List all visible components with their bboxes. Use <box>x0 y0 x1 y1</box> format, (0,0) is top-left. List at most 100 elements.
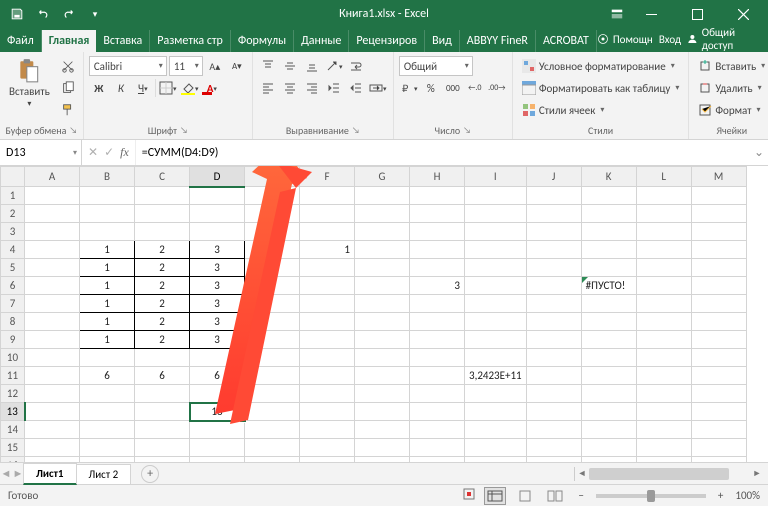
cell[interactable] <box>245 457 300 463</box>
cell[interactable]: 3 <box>190 295 245 313</box>
cell[interactable] <box>190 187 245 205</box>
cell[interactable] <box>636 313 691 331</box>
font-color-button[interactable]: A▾ <box>202 78 222 98</box>
cell[interactable] <box>691 349 746 367</box>
column-header[interactable]: G <box>355 167 410 187</box>
cell[interactable] <box>691 331 746 349</box>
cell[interactable]: 3 <box>190 277 245 295</box>
cell[interactable] <box>190 223 245 241</box>
cell[interactable] <box>410 295 465 313</box>
cell[interactable] <box>581 331 636 349</box>
insert-cells-button[interactable]: Вставить▾ <box>694 56 768 76</box>
bold-button[interactable]: Ж <box>89 78 109 98</box>
cell[interactable]: 18 <box>190 403 245 421</box>
cell[interactable] <box>245 385 300 403</box>
cell[interactable] <box>80 205 135 223</box>
cell[interactable] <box>410 367 465 385</box>
row-header[interactable]: 12 <box>1 385 25 403</box>
cell[interactable] <box>245 313 300 331</box>
cell[interactable] <box>355 331 410 349</box>
cell[interactable] <box>581 439 636 457</box>
format-as-table-button[interactable]: Форматировать как таблицу▾ <box>518 78 684 98</box>
cell[interactable] <box>25 349 80 367</box>
cell[interactable] <box>190 421 245 439</box>
cell[interactable] <box>691 259 746 277</box>
zoom-level[interactable]: 100% <box>735 489 760 502</box>
cell[interactable]: 3 <box>410 277 465 295</box>
cell[interactable] <box>25 187 80 205</box>
cell[interactable] <box>355 457 410 463</box>
increase-indent-button[interactable] <box>346 78 366 98</box>
delete-cells-button[interactable]: Удалить▾ <box>694 78 765 98</box>
row-header[interactable]: 16 <box>1 457 25 463</box>
cell[interactable] <box>636 259 691 277</box>
row-header[interactable]: 1 <box>1 187 25 205</box>
cell[interactable] <box>135 439 190 457</box>
cell[interactable] <box>135 385 190 403</box>
cell[interactable] <box>245 241 300 259</box>
insert-function-icon[interactable]: fx <box>120 145 129 160</box>
page-layout-view-button[interactable] <box>514 487 536 505</box>
cell[interactable] <box>636 421 691 439</box>
cell[interactable] <box>691 367 746 385</box>
cell[interactable] <box>245 439 300 457</box>
cell[interactable] <box>636 403 691 421</box>
borders-button[interactable]: ▾ <box>158 78 178 98</box>
alignment-dialog-icon[interactable]: ↘ <box>352 125 360 136</box>
cell[interactable] <box>410 421 465 439</box>
cell[interactable] <box>25 439 80 457</box>
align-bottom-button[interactable] <box>302 56 322 76</box>
column-header[interactable]: B <box>80 167 135 187</box>
cell[interactable] <box>410 385 465 403</box>
cell[interactable]: 2 <box>135 313 190 331</box>
cell[interactable] <box>636 187 691 205</box>
cell[interactable] <box>691 187 746 205</box>
merge-button[interactable]: ▾ <box>368 78 388 98</box>
cell[interactable] <box>25 241 80 259</box>
wrap-text-button[interactable] <box>346 56 366 76</box>
column-header[interactable]: J <box>526 167 581 187</box>
cell[interactable] <box>135 187 190 205</box>
cell[interactable]: 2 <box>135 241 190 259</box>
select-all-cell[interactable] <box>1 167 25 187</box>
cell[interactable] <box>636 457 691 463</box>
cell[interactable]: 1 <box>80 331 135 349</box>
undo-icon[interactable] <box>32 3 54 25</box>
cell[interactable]: 3 <box>190 313 245 331</box>
column-header[interactable]: L <box>636 167 691 187</box>
row-header[interactable]: 14 <box>1 421 25 439</box>
cell[interactable] <box>465 349 527 367</box>
cell[interactable] <box>526 259 581 277</box>
column-header[interactable]: C <box>135 167 190 187</box>
redo-icon[interactable] <box>58 3 80 25</box>
cell[interactable] <box>526 295 581 313</box>
cell[interactable]: 6 <box>190 367 245 385</box>
enter-formula-icon[interactable]: ✓ <box>104 145 114 160</box>
row-header[interactable]: 7 <box>1 295 25 313</box>
cell[interactable] <box>355 403 410 421</box>
tab-view[interactable]: Вид <box>425 30 460 52</box>
cell[interactable] <box>526 439 581 457</box>
cell[interactable] <box>410 331 465 349</box>
cell[interactable] <box>245 223 300 241</box>
column-header[interactable]: F <box>300 167 355 187</box>
row-header[interactable]: 8 <box>1 313 25 331</box>
cell[interactable] <box>581 241 636 259</box>
cell[interactable] <box>636 295 691 313</box>
cell[interactable] <box>190 439 245 457</box>
zoom-out-button[interactable]: − <box>574 489 587 502</box>
cell[interactable]: 2 <box>135 295 190 313</box>
cell[interactable] <box>245 295 300 313</box>
cell[interactable] <box>355 367 410 385</box>
cell[interactable] <box>691 421 746 439</box>
cell[interactable] <box>465 277 527 295</box>
cell[interactable] <box>691 295 746 313</box>
cell[interactable] <box>636 349 691 367</box>
cell[interactable] <box>135 403 190 421</box>
cell[interactable] <box>465 421 527 439</box>
cell[interactable] <box>25 421 80 439</box>
tell-me[interactable]: Помощн <box>597 33 653 46</box>
cell[interactable]: 2 <box>135 259 190 277</box>
cell[interactable]: 1 <box>80 241 135 259</box>
cell[interactable] <box>636 367 691 385</box>
